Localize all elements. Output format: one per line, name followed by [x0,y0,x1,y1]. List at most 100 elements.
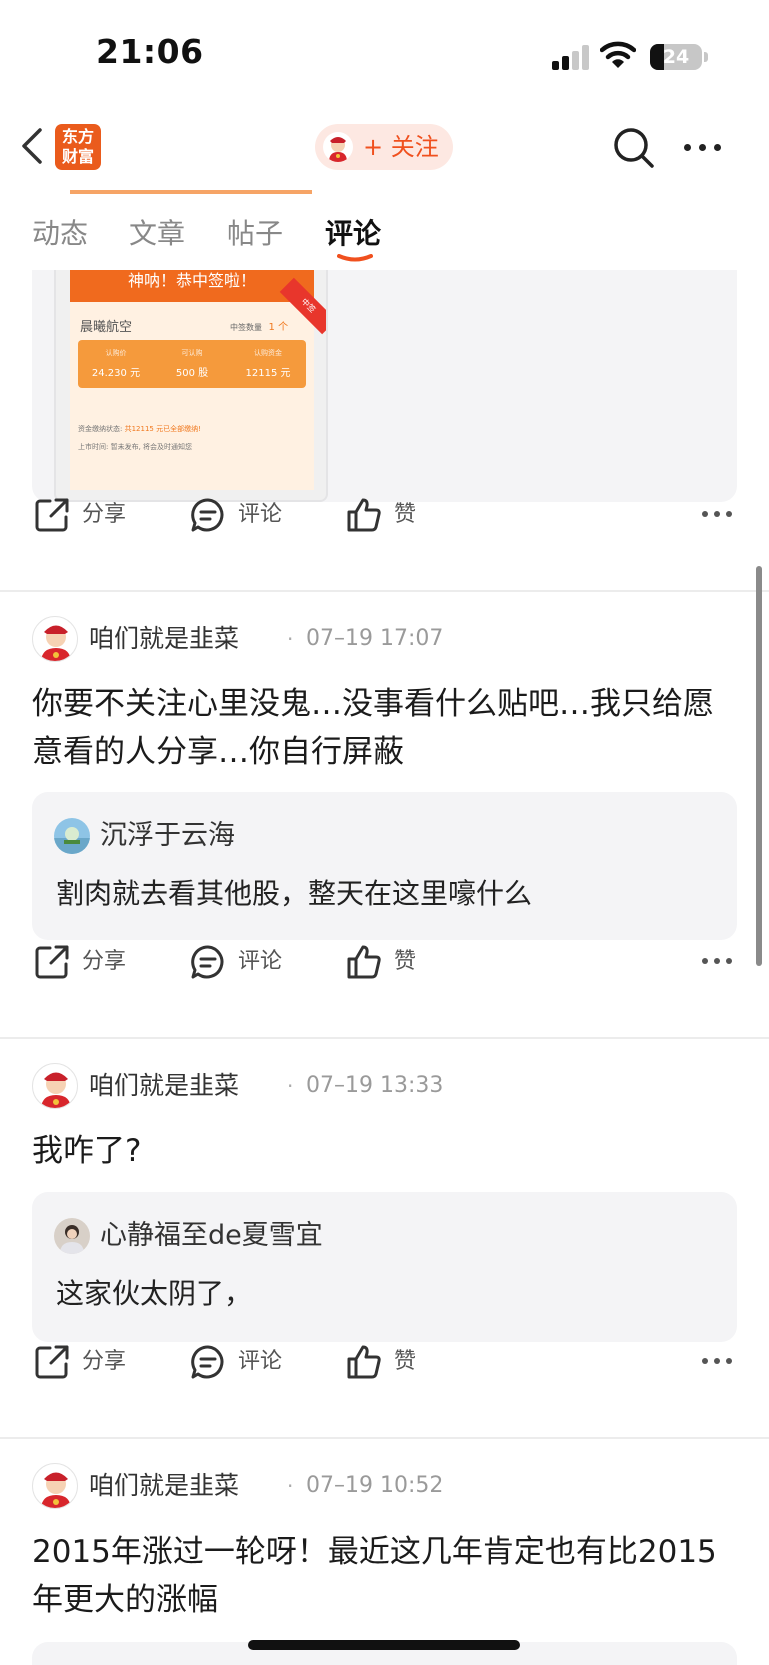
screenshot-count: 中签数量 1 个 [230,318,288,333]
quote-avatar[interactable] [54,1218,90,1254]
more-options-icon[interactable] [684,144,724,152]
payment-label: 资金缴纳状态: [78,425,123,433]
divider [0,590,769,592]
divider [0,1437,769,1439]
follow-label: + 关注 [363,133,439,161]
like-button[interactable]: 赞 [346,497,426,533]
col-header: 认购资金 [254,349,282,357]
screenshot-count-value: 1 个 [268,322,289,333]
author-name[interactable]: 咱们就是韭菜 [89,1063,239,1109]
action-row: 分享 评论 赞 [0,932,769,992]
image-attachment-card: 神呐！恭中签啦！ 晨曦航空 中签数量 1 个 中签 认购价 24.230 元 可… [32,270,737,502]
like-label: 赞 [394,949,417,974]
tab-comments[interactable]: 评论 [325,212,381,252]
like-label: 赞 [394,502,417,527]
screenshot-col: 认购资金 12115 元 [230,348,306,379]
wifi-icon [600,41,636,68]
separator-dot: · [287,627,294,651]
image-card-peek [70,190,312,194]
quoted-comment[interactable]: 沉浮于云海 割肉就去看其他股，整天在这里嚎什么 [32,792,737,940]
comment-icon [191,498,224,532]
post-header: 咱们就是韭菜 · 07–19 17:07 [32,616,732,662]
screenshot-stock-name: 晨曦航空 [80,320,133,335]
screenshot-count-label: 中签数量 [230,323,262,332]
like-label: 赞 [394,1349,417,1374]
post-text[interactable]: 2015年涨过一轮呀！最近这几年肯定也有比2015年更大的涨幅 [32,1528,737,1624]
follow-button[interactable]: + 关注 [315,124,453,170]
back-arrow-icon[interactable] [18,126,48,166]
share-label: 分享 [82,949,127,974]
share-icon [35,1345,69,1379]
home-indicator[interactable] [248,1640,520,1650]
thumbs-up-icon [347,945,381,979]
share-icon [35,498,69,532]
avatar-icon [323,132,353,162]
screenshot-col: 认购价 24.230 元 [78,348,154,379]
comment-button[interactable]: 评论 [190,944,290,980]
quote-author[interactable]: 沉浮于云海 [100,814,235,858]
share-label: 分享 [82,502,127,527]
comment-label: 评论 [238,1349,283,1374]
screenshot-col: 可认购 500 股 [154,348,230,379]
status-time: 21:06 [96,32,204,71]
thumbs-up-icon [347,1345,381,1379]
comment-button[interactable]: 评论 [190,1344,290,1380]
action-row: 分享 评论 赞 [0,1332,769,1392]
avatar[interactable] [32,616,78,662]
more-icon[interactable] [702,511,732,519]
logo-line-1: 东方 [61,127,94,146]
comment-icon [191,1345,224,1379]
search-icon[interactable] [612,126,656,170]
post-text[interactable]: 你要不关注心里没鬼…没事看什么贴吧…我只给愿意看的人分享…你自行屏蔽 [32,680,737,776]
comment-icon [191,945,224,979]
post-time: 07–19 10:52 [306,1473,444,1498]
more-icon[interactable] [702,958,732,966]
post-time: 07–19 13:33 [306,1073,444,1098]
tab-posts[interactable]: 帖子 [227,212,283,252]
battery-icon: 24 [650,44,702,70]
col-value: 12115 元 [245,368,291,379]
separator-dot: · [287,1474,294,1498]
share-icon [35,945,69,979]
post-text[interactable]: 我咋了? [32,1127,737,1175]
tab-articles[interactable]: 文章 [129,212,185,252]
quote-text: 割肉就去看其他股，整天在这里嚎什么 [56,877,533,910]
avatar[interactable] [32,1463,78,1509]
battery-cap [704,52,708,62]
like-button[interactable]: 赞 [346,1344,426,1380]
battery-level: 24 [662,46,690,68]
comment-button[interactable]: 评论 [190,497,290,533]
quote-text: 这家伙太阴了， [56,1277,253,1310]
divider [0,1037,769,1039]
like-button[interactable]: 赞 [346,944,426,980]
lottery-screenshot[interactable]: 神呐！恭中签啦！ 晨曦航空 中签数量 1 个 中签 认购价 24.230 元 可… [54,270,328,502]
app-logo[interactable]: 东方 财富 [55,124,101,170]
post-header: 咱们就是韭菜 · 07–19 10:52 [32,1463,732,1509]
comment-label: 评论 [238,949,283,974]
share-button[interactable]: 分享 [34,1344,134,1380]
action-row: 分享 评论 赞 [0,485,769,545]
post-header: 咱们就是韭菜 · 07–19 13:33 [32,1063,732,1109]
tab-dynamics[interactable]: 动态 [32,212,88,252]
separator-dot: · [287,1074,294,1098]
logo-line-2: 财富 [61,147,94,166]
share-button[interactable]: 分享 [34,497,134,533]
quote-avatar[interactable] [54,818,90,854]
status-bar: 21:06 24 [0,0,769,110]
avatar[interactable] [32,1063,78,1109]
col-value: 500 股 [175,368,209,379]
col-header: 认购价 [105,349,127,357]
quoted-comment[interactable]: 心静福至de夏雪宜 这家伙太阴了， [32,1192,737,1342]
quote-author[interactable]: 心静福至de夏雪宜 [100,1214,323,1258]
cellular-signal-icon [552,44,592,70]
scrollbar[interactable] [756,566,762,966]
author-name[interactable]: 咱们就是韭菜 [89,1463,239,1509]
screenshot-summary-box: 认购价 24.230 元 可认购 500 股 认购资金 12115 元 [78,340,306,388]
author-name[interactable]: 咱们就是韭菜 [89,616,239,662]
more-icon[interactable] [702,1358,732,1366]
screenshot-payment-line: 资金缴纳状态: 共12115 元已全部缴纳! [78,424,201,434]
thumbs-up-icon [347,498,381,532]
share-button[interactable]: 分享 [34,944,134,980]
comment-feed: 神呐！恭中签啦！ 晨曦航空 中签数量 1 个 中签 认购价 24.230 元 可… [0,270,769,1665]
payment-value: 共12115 元已全部缴纳! [124,425,201,433]
